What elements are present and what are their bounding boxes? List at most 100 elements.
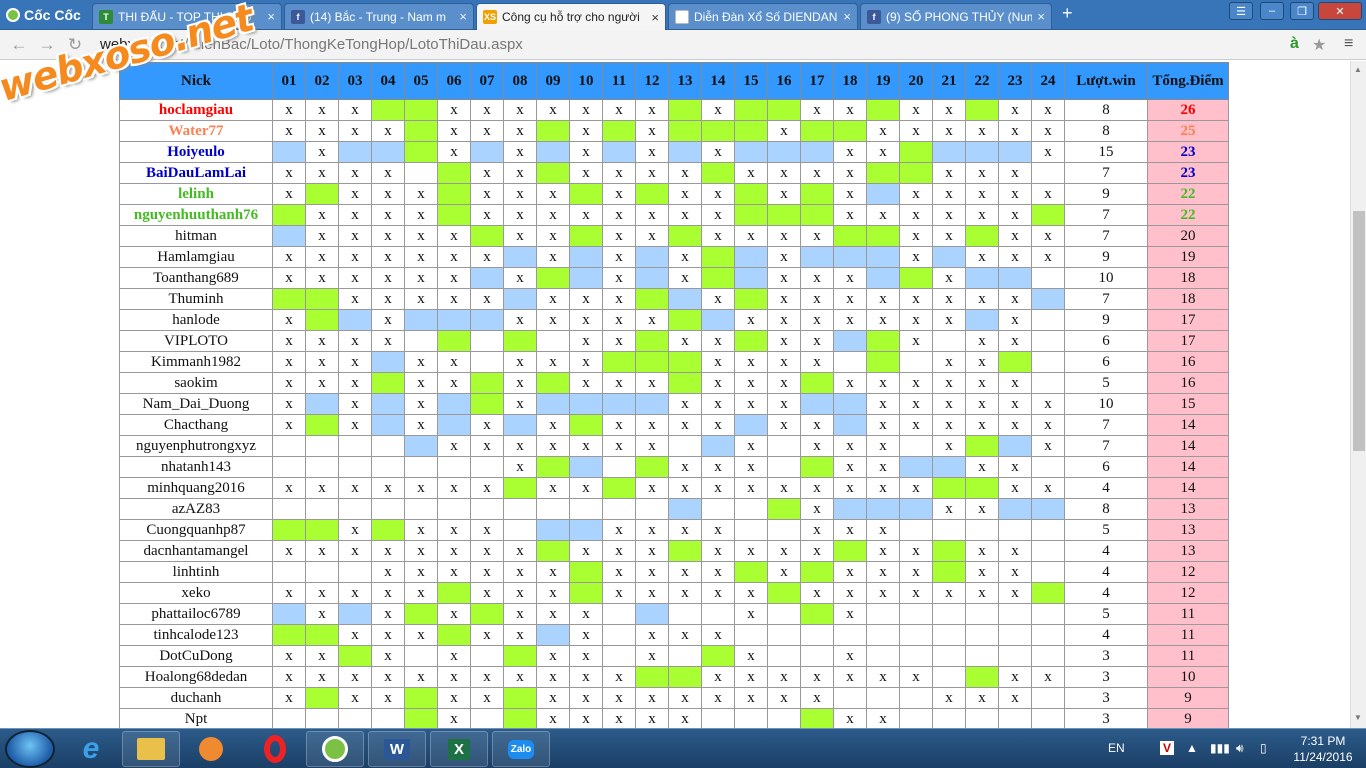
nick-cell[interactable]: VIPLOTO <box>119 330 273 352</box>
round-cell: x <box>338 519 372 541</box>
tab-3[interactable]: XS Công cụ hỗ trợ cho người × <box>476 3 666 30</box>
bookmark-star-icon[interactable]: ★ <box>1312 35 1326 55</box>
nick-cell[interactable]: hitman <box>119 225 273 247</box>
nick-cell[interactable]: Kimmanh1982 <box>119 351 273 373</box>
tab-1[interactable]: T THI ĐẤU - TOP THI ĐẤU × <box>92 3 282 29</box>
tab-2[interactable]: f (14) Bắc - Trung - Nam m × <box>284 3 474 29</box>
nick-cell[interactable]: Toanthang689 <box>119 267 273 289</box>
tab-5[interactable]: f (9) SỐ PHONG THỦY (Num × <box>860 3 1052 29</box>
round-cell: x <box>305 603 339 625</box>
nick-cell[interactable]: hanlode <box>119 309 273 331</box>
nick-cell[interactable]: Water77 <box>119 120 273 142</box>
round-cell: x <box>569 330 603 352</box>
ie-icon[interactable]: e <box>62 731 120 767</box>
scroll-down-icon[interactable]: ▼ <box>1354 713 1362 722</box>
round-cell: x <box>536 603 570 625</box>
zalo-icon[interactable]: Zalo <box>492 731 550 767</box>
nick-cell[interactable]: BaiDauLamLai <box>119 162 273 184</box>
round-cell: x <box>371 288 405 310</box>
excel-icon[interactable]: X <box>430 731 488 767</box>
coccoc-icon[interactable] <box>306 731 364 767</box>
nick-cell[interactable]: dacnhantamangel <box>119 540 273 562</box>
back-icon[interactable]: ← <box>8 35 30 55</box>
vertical-scrollbar[interactable]: ▲ ▼ <box>1350 61 1366 728</box>
nick-cell[interactable]: saokim <box>119 372 273 394</box>
col-header-round: 04 <box>371 62 405 100</box>
nick-cell[interactable]: duchanh <box>119 687 273 709</box>
nick-cell[interactable]: nguyenphutrongxyz <box>119 435 273 457</box>
close-icon[interactable]: × <box>843 9 851 24</box>
volume-icon[interactable]: 🔊︎ <box>1236 741 1244 756</box>
nick-cell[interactable]: Cuongquanhp87 <box>119 519 273 541</box>
nick-cell[interactable]: xeko <box>119 582 273 604</box>
scroll-thumb[interactable] <box>1353 211 1365 451</box>
explorer-icon[interactable] <box>122 731 180 767</box>
round-cell <box>569 225 603 247</box>
network-icon[interactable]: ▮▮▮ <box>1210 741 1230 755</box>
close-icon[interactable]: × <box>267 9 275 24</box>
reload-icon[interactable]: ↻ <box>64 35 86 55</box>
round-cell <box>767 519 801 541</box>
nick-cell[interactable]: Hamlamgiau <box>119 246 273 268</box>
nick-cell[interactable]: nguyenhuuthanh76 <box>119 204 273 226</box>
table-row: Hoalong68dedan x x x x x x x x x x x x x x x x x x x x 3 10 <box>119 666 1229 688</box>
scroll-up-icon[interactable]: ▲ <box>1354 65 1362 74</box>
nick-cell[interactable]: Hoalong68dedan <box>119 666 273 688</box>
battery-icon[interactable]: ▯ <box>1260 741 1267 755</box>
close-icon[interactable]: × <box>1037 9 1045 24</box>
round-cell <box>701 309 735 331</box>
nick-cell[interactable]: minhquang2016 <box>119 477 273 499</box>
points-cell: 17 <box>1147 309 1229 331</box>
round-cell <box>833 120 867 142</box>
nick-cell[interactable]: azAZ83 <box>119 498 273 520</box>
forward-icon[interactable]: → <box>36 35 58 55</box>
nick-cell[interactable]: Thuminh <box>119 288 273 310</box>
round-cell <box>338 708 372 728</box>
nick-cell[interactable]: phattailoc6789 <box>119 603 273 625</box>
translate-icon[interactable]: à <box>1290 35 1299 53</box>
tray-expand-icon[interactable]: ▲ <box>1186 741 1198 755</box>
round-cell: x <box>899 120 933 142</box>
word-icon[interactable]: W <box>368 731 426 767</box>
round-cell: x <box>635 99 669 121</box>
round-cell: x <box>272 582 306 604</box>
language-indicator[interactable]: EN <box>1108 741 1125 755</box>
nick-cell[interactable]: Hoiyeulo <box>119 141 273 163</box>
settings-menu-icon[interactable]: ≡ <box>1344 35 1353 53</box>
round-cell: x <box>470 519 504 541</box>
tab-4[interactable]: Diễn Đàn Xổ Số DIENDAN × <box>668 3 858 29</box>
round-cell: x <box>635 582 669 604</box>
round-cell <box>734 519 768 541</box>
minimize-icon[interactable]: – <box>1260 2 1284 20</box>
nick-cell[interactable]: DotCuDong <box>119 645 273 667</box>
nick-cell[interactable]: Chacthang <box>119 414 273 436</box>
nick-cell[interactable]: nhatanh143 <box>119 456 273 478</box>
nick-cell[interactable]: lelinh <box>119 183 273 205</box>
nick-cell[interactable]: tinhcalode123 <box>119 624 273 646</box>
system-clock[interactable]: 7:31 PM 11/24/2016 <box>1292 733 1354 765</box>
round-cell <box>602 645 636 667</box>
url-field[interactable]: webxoso.net/MienBac/Loto/ThongKeTongHop/… <box>96 34 1336 56</box>
menu-icon[interactable]: ☰ <box>1229 2 1253 20</box>
close-window-icon[interactable]: ✕ <box>1318 2 1362 20</box>
start-button-icon[interactable] <box>5 730 55 768</box>
media-player-icon[interactable] <box>182 731 240 767</box>
close-icon[interactable]: × <box>651 10 659 25</box>
unikey-icon[interactable]: V <box>1160 741 1175 755</box>
close-icon[interactable]: × <box>459 9 467 24</box>
nick-cell[interactable]: linhtinh <box>119 561 273 583</box>
round-cell <box>998 141 1032 163</box>
round-cell <box>1031 561 1065 583</box>
new-tab-icon[interactable]: + <box>1062 4 1078 22</box>
round-cell: x <box>899 288 933 310</box>
nick-cell[interactable]: Npt <box>119 708 273 728</box>
round-cell <box>800 624 834 646</box>
coccoc-logo[interactable]: Cốc Cốc <box>0 0 90 30</box>
opera-icon[interactable] <box>246 731 304 767</box>
nick-cell[interactable]: Nam_Dai_Duong <box>119 393 273 415</box>
round-cell: x <box>701 351 735 373</box>
maximize-icon[interactable]: ❐ <box>1290 2 1314 20</box>
nick-cell[interactable]: hoclamgiau <box>119 99 273 121</box>
round-cell: x <box>734 666 768 688</box>
round-cell: x <box>503 162 537 184</box>
